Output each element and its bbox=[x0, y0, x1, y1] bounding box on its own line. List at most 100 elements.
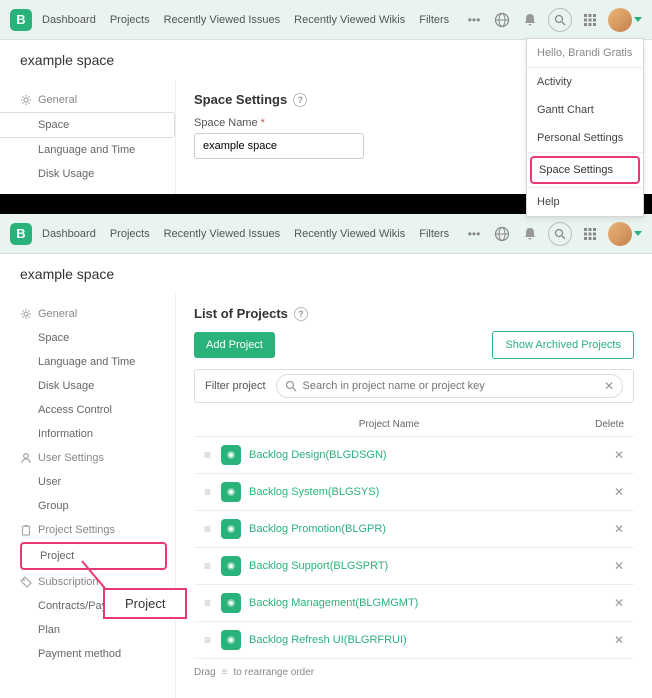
user-menu-trigger[interactable] bbox=[608, 222, 642, 246]
drag-handle-icon[interactable]: ≡ bbox=[204, 485, 211, 499]
project-link[interactable]: Backlog Promotion(BLGPR) bbox=[249, 523, 574, 535]
table-row: ≡ Backlog Management(BLGMGMT)✕ bbox=[194, 585, 634, 622]
help-icon[interactable]: ? bbox=[293, 93, 307, 107]
dropdown-space-settings[interactable]: Space Settings bbox=[530, 156, 640, 184]
drag-icon: ≡ bbox=[222, 667, 228, 678]
dropdown-activity[interactable]: Activity bbox=[527, 68, 643, 96]
projects-toolbar: Add Project Show Archived Projects bbox=[194, 331, 634, 359]
sidebar-item-disk-usage[interactable]: Disk Usage bbox=[0, 374, 175, 398]
project-link[interactable]: Backlog Design(BLGDSGN) bbox=[249, 449, 574, 461]
project-link[interactable]: Backlog System(BLGSYS) bbox=[249, 486, 574, 498]
gear-icon bbox=[20, 94, 32, 106]
project-link[interactable]: Backlog Refresh UI(BLGRFRUI) bbox=[249, 634, 574, 646]
more-icon[interactable]: ••• bbox=[464, 10, 484, 30]
search-icon bbox=[285, 380, 297, 392]
nav-recent-wikis[interactable]: Recently Viewed Wikis bbox=[294, 14, 405, 26]
sidebar-item-user[interactable]: User bbox=[0, 470, 175, 494]
apps-icon[interactable] bbox=[580, 224, 600, 244]
table-row: ≡ Backlog Refresh UI(BLGRFRUI)✕ bbox=[194, 622, 634, 659]
nav-filters[interactable]: Filters bbox=[419, 14, 449, 26]
app-logo[interactable]: B bbox=[10, 223, 32, 245]
th-delete: Delete bbox=[574, 419, 624, 430]
show-archived-button[interactable]: Show Archived Projects bbox=[492, 331, 634, 359]
apps-icon[interactable] bbox=[580, 10, 600, 30]
sidebar-item-access-control[interactable]: Access Control bbox=[0, 398, 175, 422]
globe-icon[interactable] bbox=[492, 10, 512, 30]
drag-handle-icon[interactable]: ≡ bbox=[204, 633, 211, 647]
topbar-right: ••• bbox=[464, 8, 642, 32]
nav-recent-issues[interactable]: Recently Viewed Issues bbox=[164, 228, 281, 240]
drag-hint: Drag ≡ to rearrange order bbox=[194, 659, 634, 686]
avatar bbox=[608, 222, 632, 246]
nav-recent-wikis[interactable]: Recently Viewed Wikis bbox=[294, 228, 405, 240]
table-row: ≡ Backlog System(BLGSYS)✕ bbox=[194, 474, 634, 511]
dropdown-help[interactable]: Help bbox=[527, 188, 643, 216]
search-input[interactable] bbox=[303, 380, 598, 392]
sidebar: General Space Language and Time Disk Usa… bbox=[0, 294, 175, 698]
drag-handle-icon[interactable]: ≡ bbox=[204, 559, 211, 573]
delete-button[interactable]: ✕ bbox=[574, 633, 624, 647]
table-header: Project Name Delete bbox=[194, 413, 634, 437]
delete-button[interactable]: ✕ bbox=[574, 596, 624, 610]
more-icon[interactable]: ••• bbox=[464, 224, 484, 244]
sidebar-item-space[interactable]: Space bbox=[0, 112, 175, 138]
bell-icon[interactable] bbox=[520, 10, 540, 30]
sidebar-item-project[interactable]: Project bbox=[20, 542, 167, 570]
project-link[interactable]: Backlog Support(BLGSPRT) bbox=[249, 560, 574, 572]
user-menu-trigger[interactable] bbox=[608, 8, 642, 32]
sidebar-item-space[interactable]: Space bbox=[0, 326, 175, 350]
sidebar-item-group[interactable]: Group bbox=[0, 494, 175, 518]
space-name-input[interactable] bbox=[194, 133, 364, 159]
sidebar-item-information[interactable]: Information bbox=[0, 422, 175, 446]
help-icon[interactable]: ? bbox=[294, 307, 308, 321]
sidebar-item-payment-method[interactable]: Payment method bbox=[0, 642, 175, 666]
tag-icon bbox=[20, 576, 32, 588]
dropdown-personal-settings[interactable]: Personal Settings bbox=[527, 124, 643, 152]
space-title: example space bbox=[0, 254, 652, 294]
project-icon bbox=[221, 482, 241, 502]
search-icon[interactable] bbox=[548, 8, 572, 32]
drag-handle-icon[interactable]: ≡ bbox=[204, 596, 211, 610]
nav-projects[interactable]: Projects bbox=[110, 228, 150, 240]
sidebar-group-label: Project Settings bbox=[38, 524, 115, 536]
nav-recent-issues[interactable]: Recently Viewed Issues bbox=[164, 14, 281, 26]
sidebar-item-language-time[interactable]: Language and Time bbox=[0, 350, 175, 374]
search-icon[interactable] bbox=[548, 222, 572, 246]
sidebar-item-disk-usage[interactable]: Disk Usage bbox=[0, 162, 175, 186]
project-icon bbox=[221, 445, 241, 465]
sidebar-group-general: General bbox=[0, 302, 175, 326]
filter-label: Filter project bbox=[205, 380, 266, 392]
delete-button[interactable]: ✕ bbox=[574, 485, 624, 499]
section-title-text: List of Projects bbox=[194, 306, 288, 321]
globe-icon[interactable] bbox=[492, 224, 512, 244]
chevron-down-icon bbox=[634, 17, 642, 22]
drag-handle-icon[interactable]: ≡ bbox=[204, 448, 211, 462]
nav-dashboard[interactable]: Dashboard bbox=[42, 228, 96, 240]
delete-button[interactable]: ✕ bbox=[574, 448, 624, 462]
project-icon bbox=[221, 630, 241, 650]
delete-button[interactable]: ✕ bbox=[574, 559, 624, 573]
panel-project-list: B Dashboard Projects Recently Viewed Iss… bbox=[0, 214, 652, 698]
nav-dashboard[interactable]: Dashboard bbox=[42, 14, 96, 26]
th-project-name: Project Name bbox=[204, 419, 574, 430]
main-nav: Dashboard Projects Recently Viewed Issue… bbox=[42, 228, 449, 240]
search-box: ✕ bbox=[276, 374, 623, 398]
sidebar-item-language-time[interactable]: Language and Time bbox=[0, 138, 175, 162]
nav-projects[interactable]: Projects bbox=[110, 14, 150, 26]
user-dropdown: Hello, Brandi Gratis Activity Gantt Char… bbox=[526, 38, 644, 217]
sidebar-group-user-settings: User Settings bbox=[0, 446, 175, 470]
project-link[interactable]: Backlog Management(BLGMGMT) bbox=[249, 597, 574, 609]
app-logo[interactable]: B bbox=[10, 9, 32, 31]
project-icon bbox=[221, 556, 241, 576]
nav-filters[interactable]: Filters bbox=[419, 228, 449, 240]
dropdown-greeting: Hello, Brandi Gratis bbox=[527, 39, 643, 68]
gear-icon bbox=[20, 308, 32, 320]
delete-button[interactable]: ✕ bbox=[574, 522, 624, 536]
topbar: B Dashboard Projects Recently Viewed Iss… bbox=[0, 0, 652, 40]
clear-search-icon[interactable]: ✕ bbox=[604, 379, 614, 393]
add-project-button[interactable]: Add Project bbox=[194, 332, 275, 358]
bell-icon[interactable] bbox=[520, 224, 540, 244]
dropdown-gantt[interactable]: Gantt Chart bbox=[527, 96, 643, 124]
sidebar-item-plan[interactable]: Plan bbox=[0, 618, 175, 642]
drag-handle-icon[interactable]: ≡ bbox=[204, 522, 211, 536]
